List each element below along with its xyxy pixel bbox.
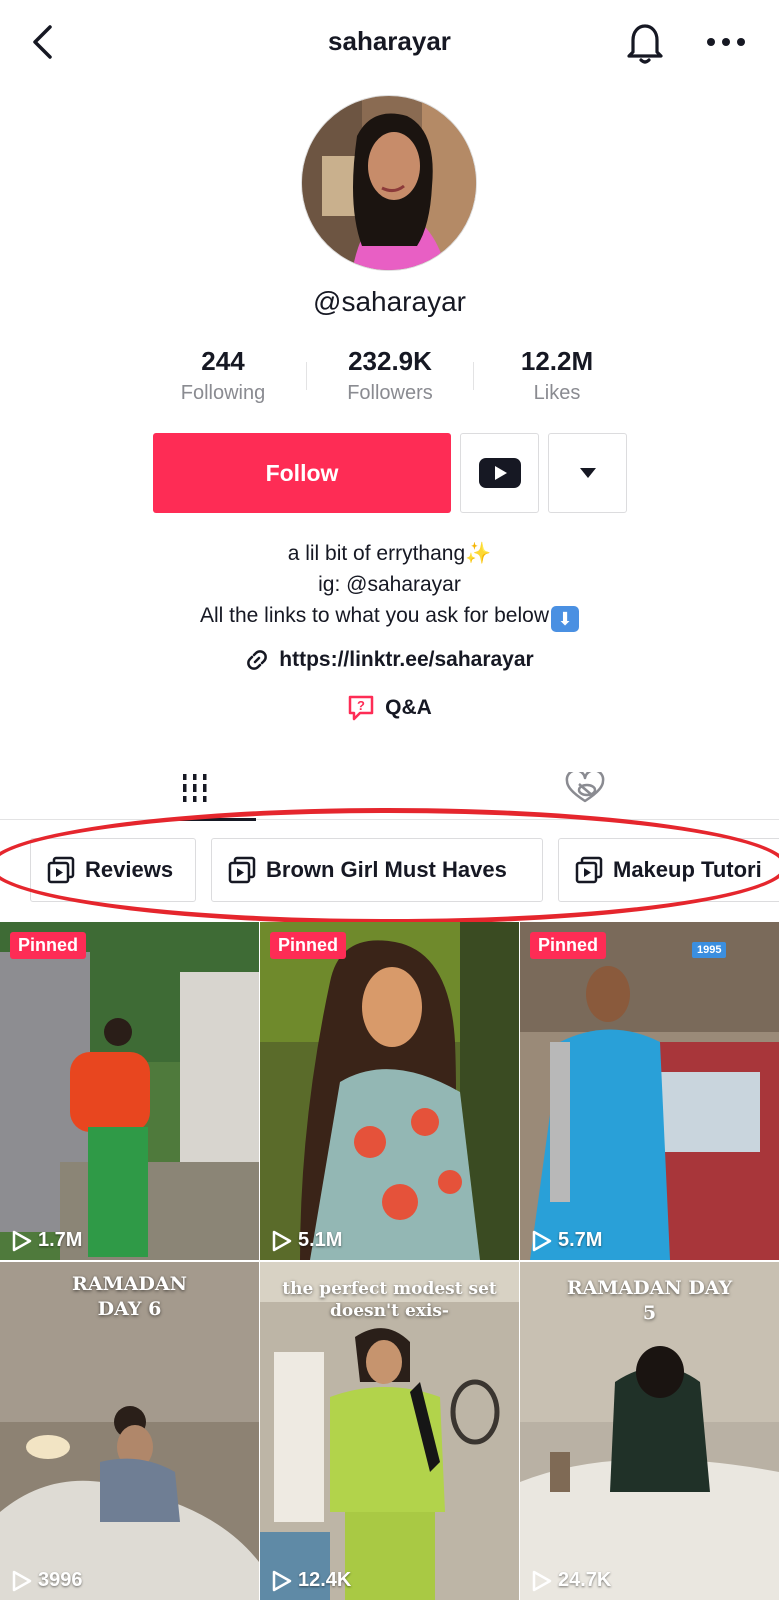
grid-icon — [182, 774, 206, 802]
playlist-reviews[interactable]: Reviews — [30, 838, 196, 902]
qa-icon: ? — [348, 695, 374, 721]
play-icon — [272, 1570, 292, 1591]
playlist-row[interactable]: Reviews Brown Girl Must Haves Makeup Tut… — [0, 830, 779, 908]
play-icon — [532, 1570, 552, 1591]
video-caption: the perfect modest set doesn't exis- — [282, 1279, 497, 1321]
stat-followers[interactable]: 232.9K Followers — [307, 344, 473, 414]
play-icon — [12, 1570, 32, 1591]
tab-liked[interactable] — [390, 756, 779, 820]
view-count: 5.1M — [272, 1229, 342, 1252]
following-label: Following — [180, 382, 266, 404]
youtube-icon — [478, 458, 521, 488]
bio-link[interactable]: https://linktr.ee/saharayar — [0, 648, 779, 672]
video-thumbnail[interactable]: Pinned 1995 5.7M — [520, 922, 779, 1260]
bio: a lil bit of errythang✨ ig: @saharayar A… — [0, 538, 779, 632]
play-icon — [532, 1230, 552, 1251]
pinned-badge: Pinned — [10, 932, 87, 959]
stat-likes[interactable]: 12.2M Likes — [474, 344, 640, 414]
view-count: 3996 — [12, 1569, 83, 1592]
playlist-label: Reviews — [85, 857, 174, 882]
pinned-badge: Pinned — [530, 932, 607, 959]
pinned-badge: Pinned — [270, 932, 347, 959]
liked-hidden-icon — [565, 772, 604, 803]
svg-text:?: ? — [357, 698, 365, 713]
stat-following[interactable]: 244 Following — [140, 344, 306, 414]
more-icon — [707, 38, 745, 46]
top-bar: saharayar — [0, 0, 779, 84]
video-thumbnail[interactable]: RAMADAN DAY 6 3996 — [0, 1262, 259, 1600]
video-thumbnail[interactable]: Pinned 5.1M — [260, 922, 519, 1260]
bio-line-1: a lil bit of errythang✨ — [287, 542, 492, 565]
profile-tabs — [0, 756, 779, 821]
notification-button[interactable] — [622, 18, 668, 66]
video-thumbnail[interactable]: the perfect modest set doesn't exis- 12.… — [260, 1262, 519, 1600]
following-count: 244 — [201, 346, 245, 376]
video-thumbnail[interactable]: RAMADAN DAY 5 24.7K — [520, 1262, 779, 1600]
qa-link[interactable]: ? Q&A — [0, 694, 779, 722]
video-caption: RAMADAN DAY 5 — [566, 1277, 733, 1324]
likes-label: Likes — [533, 382, 581, 404]
tab-videos[interactable] — [0, 756, 389, 821]
suggested-accounts-button[interactable] — [548, 433, 627, 513]
sparkles-icon: ✨ — [465, 542, 492, 565]
video-thumbnail-image — [0, 922, 259, 1260]
playlist-label: Makeup Tutori — [613, 857, 762, 882]
caret-down-icon — [579, 468, 596, 478]
more-options-button[interactable] — [702, 24, 750, 60]
playlist-brown-girl-must-haves[interactable]: Brown Girl Must Haves — [211, 838, 543, 902]
play-icon — [12, 1230, 32, 1251]
followers-count: 232.9K — [348, 346, 432, 376]
qa-label: Q&A — [385, 696, 432, 719]
youtube-button[interactable] — [460, 433, 539, 513]
bio-line-3: All the links to what you ask for below ⬇ — [0, 600, 779, 632]
profile-handle: @saharayar — [313, 286, 466, 317]
view-count: 1.7M — [12, 1229, 82, 1252]
video-thumbnail-image — [520, 922, 779, 1260]
playlist-makeup-tutorials[interactable]: Makeup Tutori — [558, 838, 779, 902]
playlist-icon — [575, 856, 603, 884]
down-arrow-emoji-icon: ⬇ — [551, 606, 579, 632]
video-thumbnail[interactable]: Pinned 1.7M — [0, 922, 259, 1260]
profile-stats: 244 Following 232.9K Followers 12.2M Lik… — [140, 344, 640, 414]
view-count: 12.4K — [272, 1569, 351, 1592]
video-thumbnail-image — [260, 922, 519, 1260]
playlist-label: Brown Girl Must Haves — [266, 857, 507, 882]
playlist-icon — [47, 856, 75, 884]
followers-label: Followers — [347, 382, 433, 404]
year-tag: 1995 — [692, 942, 727, 958]
view-count: 24.7K — [532, 1569, 611, 1592]
avatar[interactable] — [301, 95, 477, 271]
link-icon — [247, 650, 268, 670]
playlist-icon — [228, 856, 256, 884]
follow-button[interactable]: Follow — [153, 433, 451, 513]
video-grid: Pinned 1.7M Pinned 5.1M Pinned 1995 5.7M… — [0, 922, 779, 1600]
bio-line-2: ig: @saharayar — [318, 573, 461, 596]
bell-icon — [627, 24, 663, 64]
play-icon — [272, 1230, 292, 1251]
avatar-photo — [302, 96, 476, 270]
view-count: 5.7M — [532, 1229, 602, 1252]
bio-link-text: https://linktr.ee/saharayar — [279, 648, 534, 671]
video-caption: RAMADAN DAY 6 — [72, 1273, 187, 1320]
likes-count: 12.2M — [520, 346, 594, 376]
